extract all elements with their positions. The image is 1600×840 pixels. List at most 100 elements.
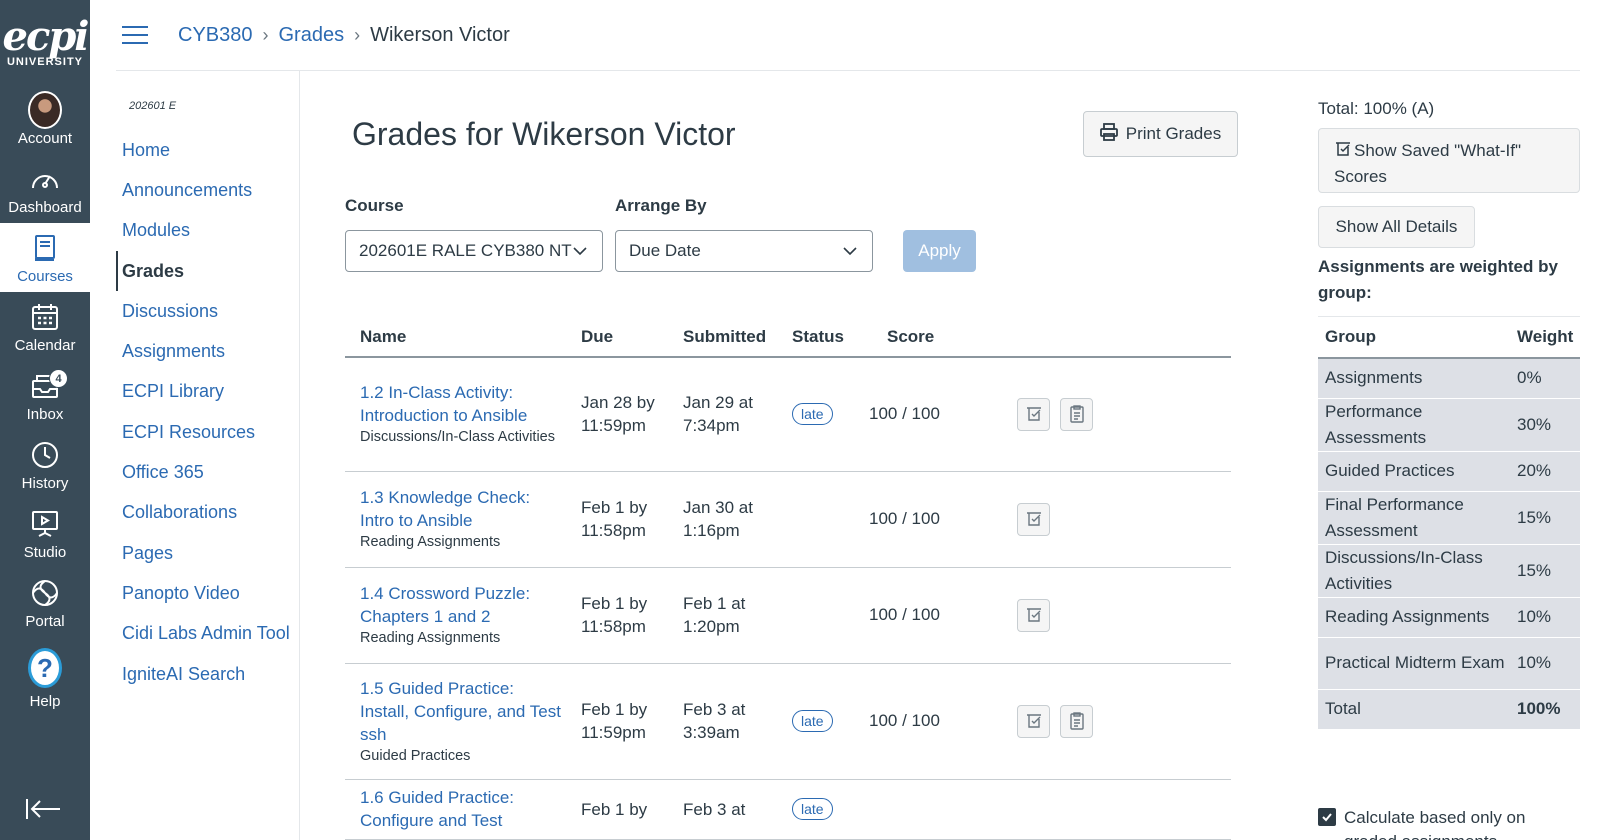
breadcrumb-grades[interactable]: Grades — [279, 24, 345, 47]
nav-courses[interactable]: Courses — [0, 223, 90, 292]
apply-button[interactable]: Apply — [903, 230, 976, 272]
actions-cell — [1017, 663, 1231, 780]
nav-portal[interactable]: Portal — [0, 568, 90, 637]
weight-value: 15% — [1510, 544, 1580, 598]
weight-total-value: 100% — [1510, 689, 1580, 730]
dashboard-icon — [28, 162, 62, 196]
arrange-by-select[interactable]: Due Date — [615, 230, 873, 272]
what-if-icon[interactable] — [1017, 397, 1050, 431]
assignment-cell: 1.6 Guided Practice: Configure and Test — [345, 779, 566, 840]
course-select-label: Course — [345, 196, 404, 215]
course-nav-item[interactable]: Office 365 — [116, 452, 299, 492]
nav-inbox[interactable]: 4 Inbox — [0, 361, 90, 430]
assignment-cell: 1.4 Crossword Puzzle: Chapters 1 and 2 Re… — [345, 567, 566, 664]
nav-studio[interactable]: Studio — [0, 499, 90, 568]
weight-group: Discussions/In-Class Activities — [1318, 544, 1510, 598]
course-nav-item[interactable]: Assignments — [116, 331, 299, 371]
assignment-link[interactable]: 1.3 Knowledge Check: Intro to Ansible — [360, 486, 566, 532]
what-if-icon[interactable] — [1017, 598, 1050, 632]
weight-total-row: Total 100% — [1318, 689, 1580, 730]
rubric-icon[interactable] — [1060, 397, 1093, 431]
submitted-date: Jan 29 at 7:34pm — [668, 357, 780, 472]
history-icon — [28, 438, 62, 472]
status-cell — [780, 471, 857, 568]
actions-cell — [1017, 567, 1231, 664]
course-term: 202601 E — [129, 100, 177, 112]
course-select-value: 202601E RALE CYB380 NT — [359, 241, 572, 260]
nav-courses-label: Courses — [17, 267, 73, 285]
breadcrumb-student: Wikerson Victor — [370, 23, 510, 46]
table-row: 1.5 Guided Practice: Install, Configure,… — [345, 663, 1231, 780]
status-cell: late — [780, 357, 857, 472]
score: 100 / 100 — [857, 663, 1017, 780]
column-actions — [1017, 318, 1231, 358]
nav-portal-label: Portal — [25, 612, 65, 630]
course-select[interactable]: 202601E RALE CYB380 NT — [345, 230, 603, 272]
grades-table-header: Name Due Submitted Status Score — [345, 318, 1231, 358]
weight-group: Assignments — [1318, 358, 1510, 399]
ecpi-logo[interactable]: ecpi UNIVERSITY — [0, 0, 90, 85]
chevron-right-icon: › — [354, 24, 361, 45]
nav-account[interactable]: Account — [0, 85, 90, 154]
assignment-group: Guided Practices — [360, 747, 471, 764]
breadcrumb: CYB380 › Grades › Wikerson Victor — [178, 24, 510, 47]
submitted-date: Feb 3 at — [668, 779, 780, 840]
nav-help-label: Help — [29, 693, 61, 710]
weight-total-label: Total — [1318, 689, 1510, 730]
nav-help[interactable]: ? Help — [0, 637, 90, 719]
course-nav-item[interactable]: Modules — [116, 211, 299, 251]
nav-history-label: History — [21, 474, 69, 492]
weight-value: 15% — [1510, 491, 1580, 545]
course-nav-item[interactable]: ECPI Library — [116, 372, 299, 412]
logo-main-text: ecpi — [2, 12, 90, 60]
calculate-graded-checkbox[interactable] — [1318, 808, 1336, 826]
calendar-icon — [28, 300, 62, 334]
show-what-if-button[interactable]: Show Saved "What-If" Scores — [1318, 128, 1580, 193]
submitted-date: Feb 1 at 1:20pm — [668, 567, 780, 664]
logo-sub-text: UNIVERSITY — [6, 55, 83, 68]
due-date: Jan 28 by 11:59pm — [566, 357, 668, 472]
collapse-nav-icon[interactable] — [24, 797, 62, 826]
course-nav-item[interactable]: Cidi Labs Admin Tool — [116, 614, 299, 654]
assignment-link[interactable]: 1.5 Guided Practice: Install, Configure,… — [360, 677, 566, 746]
course-navigation: 202601 E Home Announcements Modules Grades D… — [116, 71, 300, 840]
course-nav-item[interactable]: Home — [116, 130, 299, 170]
course-nav-item[interactable]: ECPI Resources — [116, 412, 299, 452]
course-nav-item[interactable]: Panopto Video — [116, 573, 299, 613]
print-grades-button[interactable]: Print Grades — [1083, 111, 1238, 157]
course-nav-item[interactable]: Announcements — [116, 170, 299, 210]
assignment-group: Discussions/In-Class Activities — [360, 429, 555, 446]
weight-row: Practical Midterm Exam 10% — [1318, 637, 1580, 690]
chevron-right-icon: › — [262, 24, 269, 45]
actions-cell — [1017, 357, 1231, 472]
nav-calendar[interactable]: Calendar — [0, 292, 90, 361]
course-nav-item[interactable]: Collaborations — [116, 493, 299, 533]
assignment-link[interactable]: 1.6 Guided Practice: Configure and Test — [360, 786, 566, 832]
assignment-link[interactable]: 1.2 In-Class Activity: Introduction to A… — [360, 381, 566, 427]
calculate-graded-label: Calculate based only on graded assignmen… — [1344, 808, 1526, 840]
course-nav-item[interactable]: Discussions — [116, 291, 299, 331]
hamburger-menu-icon[interactable] — [122, 20, 148, 50]
nav-dashboard[interactable]: Dashboard — [0, 154, 90, 223]
nav-history[interactable]: History — [0, 430, 90, 499]
actions-cell — [1017, 779, 1231, 840]
calculate-graded-only[interactable]: Calculate based only on graded assignmen… — [1318, 806, 1544, 840]
course-nav-item[interactable]: IgniteAI Search — [116, 654, 299, 694]
assignment-link[interactable]: 1.4 Crossword Puzzle: Chapters 1 and 2 — [360, 582, 566, 628]
what-if-icon — [1334, 140, 1352, 165]
table-row: 1.3 Knowledge Check: Intro to Ansible Rea… — [345, 471, 1231, 568]
rubric-icon[interactable] — [1060, 704, 1093, 738]
what-if-icon[interactable] — [1017, 502, 1050, 536]
table-row: 1.2 In-Class Activity: Introduction to A… — [345, 357, 1231, 472]
weight-row: Discussions/In-Class Activities 15% — [1318, 544, 1580, 598]
show-all-details-button[interactable]: Show All Details — [1318, 206, 1475, 248]
status-badge: late — [792, 798, 833, 820]
course-nav-item[interactable]: Grades — [116, 250, 299, 292]
breadcrumb-course[interactable]: CYB380 — [178, 24, 253, 47]
table-row: 1.6 Guided Practice: Configure and Test F… — [345, 779, 1231, 840]
course-nav-item[interactable]: Pages — [116, 533, 299, 573]
status-cell: late — [780, 663, 857, 780]
score: 100 / 100 — [857, 471, 1017, 568]
weights-header-weight: Weight — [1510, 317, 1580, 359]
what-if-icon[interactable] — [1017, 704, 1050, 738]
